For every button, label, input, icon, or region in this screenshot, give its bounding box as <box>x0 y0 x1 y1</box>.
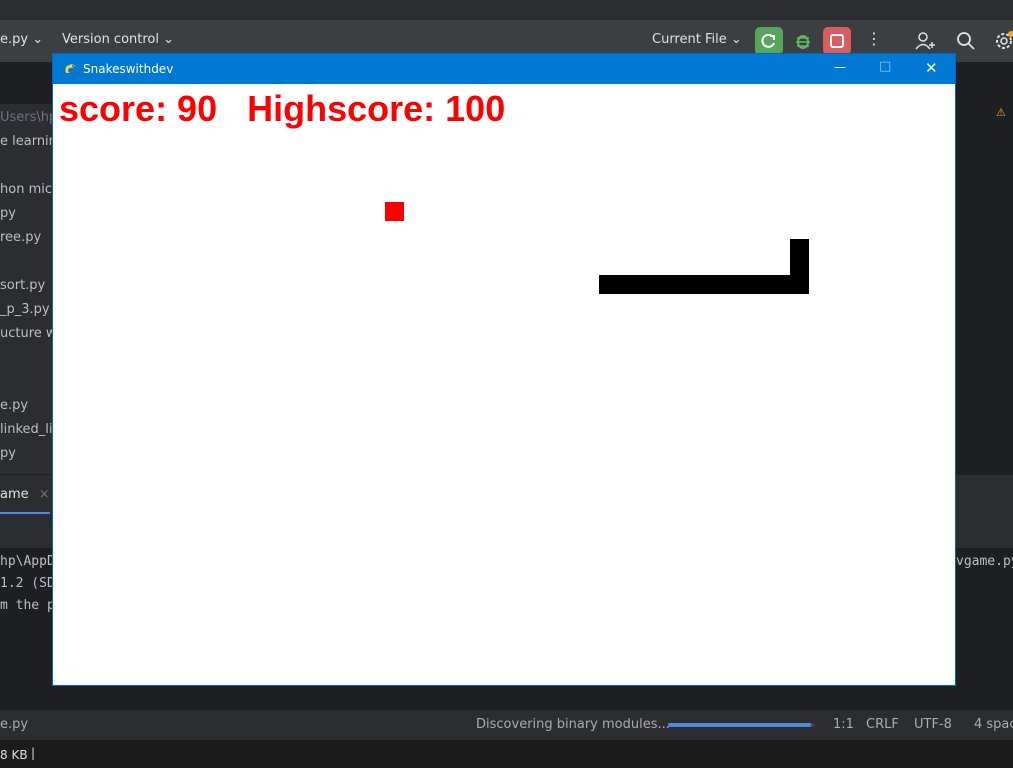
game-window: Snakeswithdev — □ ✕ score: 90 Highscore: … <box>52 53 956 686</box>
tree-item[interactable]: sort.py <box>0 278 45 293</box>
game-canvas[interactable]: score: 90 Highscore: 100 <box>53 84 955 685</box>
taskbar: 8 KB | <box>0 740 1013 768</box>
window-title: Snakeswithdev <box>83 62 174 76</box>
score-display: score: 90 Highscore: 100 <box>59 88 505 130</box>
game-window-titlebar[interactable]: Snakeswithdev — □ ✕ <box>53 54 955 84</box>
tree-item[interactable]: ree.py <box>0 230 41 245</box>
text-cursor-icon: | <box>31 746 36 760</box>
version-control-menu[interactable]: Version control ⌄ <box>62 32 174 47</box>
snake-body-vertical <box>790 239 809 294</box>
rerun-button[interactable] <box>755 27 783 55</box>
chevron-down-icon: ⌄ <box>32 32 44 47</box>
more-actions-icon[interactable]: ⋮ <box>866 29 882 48</box>
close-icon[interactable]: × <box>39 487 50 502</box>
tree-item[interactable]: hon micr <box>0 182 57 197</box>
chevron-down-icon: ⌄ <box>730 32 742 47</box>
file-tab[interactable]: e.py ⌄ <box>0 32 43 47</box>
task-progress-bar <box>668 723 814 727</box>
indent-setting[interactable]: 4 spac <box>974 717 1013 732</box>
status-file[interactable]: e.py <box>0 717 28 732</box>
console-line: hp\AppD <box>0 554 55 569</box>
tree-item[interactable]: _p_3.py <box>0 302 50 317</box>
editor-right-gutter: ⚠ <box>956 104 1013 474</box>
status-bar: e.py Discovering binary modules... 1:1 C… <box>0 710 1013 740</box>
task-progress-fill <box>668 723 812 727</box>
caret-position[interactable]: 1:1 <box>833 717 854 732</box>
file-encoding[interactable]: UTF-8 <box>914 717 952 732</box>
stop-button[interactable] <box>823 27 851 55</box>
chevron-down-icon: ⌄ <box>163 32 175 47</box>
gear-icon[interactable] <box>992 29 1013 53</box>
project-tree: Users\hp e learning hon micr py ree.py s… <box>0 104 65 474</box>
maximize-button[interactable]: □ <box>879 59 891 74</box>
run-tab[interactable]: ame × <box>0 487 50 502</box>
run-config-selector[interactable]: Current File ⌄ <box>652 32 742 47</box>
bug-icon <box>796 35 810 49</box>
pygame-snake-icon <box>65 64 77 75</box>
stop-icon <box>830 34 844 48</box>
tree-item[interactable]: ucture w <box>0 326 57 341</box>
snake-body-horizontal <box>599 275 809 294</box>
close-button[interactable]: ✕ <box>925 59 938 77</box>
console-line: m the p <box>0 598 55 613</box>
line-separator[interactable]: CRLF <box>866 717 899 732</box>
warning-icon[interactable]: ⚠ <box>996 106 1006 119</box>
console-line: vgame.py <box>956 554 1013 569</box>
debug-button[interactable] <box>789 27 817 55</box>
add-user-icon[interactable] <box>912 29 936 53</box>
rerun-icon <box>761 33 775 48</box>
tree-item[interactable]: e.py <box>0 398 28 413</box>
highscore-label: Highscore: 100 <box>247 88 506 129</box>
background-task-label: Discovering binary modules... <box>476 717 670 732</box>
minimize-button[interactable]: — <box>834 60 846 74</box>
score-label: score: 90 <box>59 88 218 129</box>
tree-item[interactable]: Users\hp <box>0 110 57 125</box>
tree-item[interactable]: py <box>0 206 16 221</box>
memory-indicator: 8 KB <box>0 748 28 762</box>
tree-item[interactable]: py <box>0 446 16 461</box>
search-icon[interactable] <box>954 29 978 53</box>
tree-item[interactable]: linked_lis <box>0 422 59 437</box>
console-line: 1.2 (SD <box>0 576 55 591</box>
ide-top-strip <box>0 0 1013 20</box>
food <box>385 202 404 221</box>
